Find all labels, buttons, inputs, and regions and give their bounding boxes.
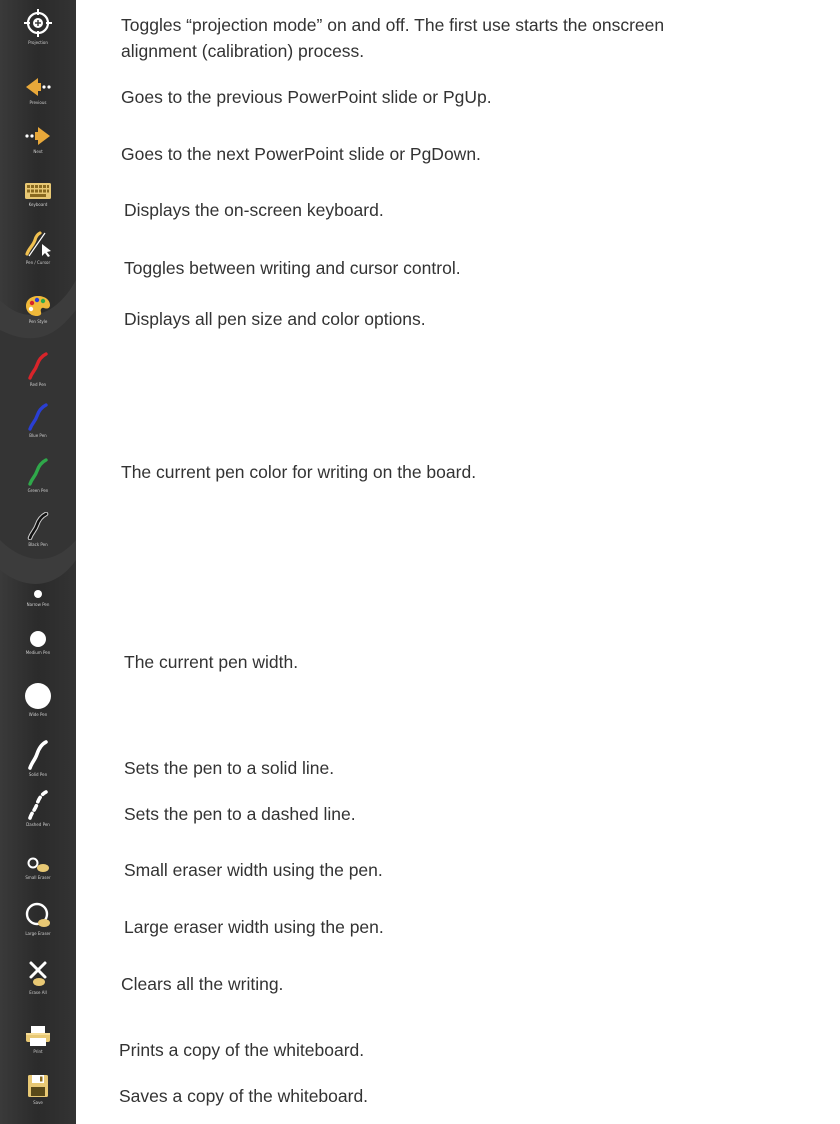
keyboard-icon [25,183,51,199]
pen-cursor-toggle-icon [25,231,51,257]
print-description: Prints a copy of the whiteboard. [119,1040,365,1060]
previous-label: Previous [29,100,47,105]
solid-description: Sets the pen to a solid line. [124,758,335,778]
projection-button[interactable]: Projection [0,8,76,45]
medium-width-icon [30,631,46,647]
blue-pen-button[interactable]: Blue Pen [0,403,76,438]
wide-pen-button[interactable]: Wide Pen [0,682,76,717]
red-pen-button[interactable]: Red Pen [0,352,76,387]
erase-all-icon [29,961,47,986]
whiteboard-toolbar: Projection Previous Next Keyboard Pen / … [0,0,76,1124]
wide-pen-label: Wide Pen [28,712,48,717]
save-label: Save [33,1100,43,1105]
narrow-pen-label: Narrow Pen [26,602,50,607]
keyboard-button[interactable]: Keyboard [0,182,76,207]
pen-cursor-description: Toggles between writing and cursor contr… [124,258,461,278]
black-pen-button[interactable]: Black Pen [0,512,76,547]
blue-pen-label: Blue Pen [29,433,47,438]
large-eraser-label: Large Eraser [25,931,51,936]
red-pen-icon [28,352,48,380]
red-pen-label: Red Pen [29,382,47,387]
medium-pen-button[interactable]: Medium Pen [0,630,76,655]
small-eraser-description: Small eraser width using the pen. [124,860,383,880]
narrow-pen-button[interactable]: Narrow Pen [0,588,76,607]
small-eraser-button[interactable]: Small Eraser [0,857,76,880]
projection-crosshair-icon [24,9,52,37]
solid-pen-button[interactable]: Solid Pen [0,740,76,777]
save-description: Saves a copy of the whiteboard. [119,1086,369,1106]
green-pen-label: Green Pen [27,488,49,493]
keyboard-description: Displays the on-screen keyboard. [124,200,384,220]
green-pen-icon [28,458,48,486]
blue-pen-icon [28,403,48,431]
pen-width-description: The current pen width. [124,652,299,672]
small-eraser-label: Small Eraser [25,875,51,880]
next-arrow-icon [25,127,50,145]
pen-cursor-toggle-button[interactable]: Pen / Cursor [0,230,76,265]
pen-cursor-label: Pen / Cursor [25,260,51,265]
large-eraser-icon [25,902,50,927]
black-pen-label: Black Pen [28,542,48,547]
projection-label: Projection [28,40,48,45]
next-button[interactable]: Next [0,125,76,154]
small-eraser-icon [27,857,49,872]
save-disk-icon [28,1075,48,1097]
projection-description-line2: alignment (calibration) process. [121,41,365,61]
solid-pen-label: Solid Pen [28,772,48,777]
projection-description: Toggles “projection mode” on and off. Th… [121,15,665,35]
palette-icon [26,296,50,316]
medium-pen-label: Medium Pen [25,650,51,655]
dashed-pen-label: Dashed Pen [26,822,50,827]
dashed-line-icon [28,790,48,820]
erase-all-description: Clears all the writing. [121,974,284,994]
green-pen-button[interactable]: Green Pen [0,458,76,493]
large-eraser-description: Large eraser width using the pen. [124,917,384,937]
dashed-description: Sets the pen to a dashed line. [124,804,356,824]
black-pen-icon [27,512,49,540]
print-label: Print [33,1049,43,1054]
large-eraser-button[interactable]: Large Eraser [0,901,76,936]
wide-width-icon [25,683,51,709]
previous-description: Goes to the previous PowerPoint slide or… [121,87,492,107]
keyboard-label: Keyboard [28,202,48,207]
erase-all-button[interactable]: Erase All [0,960,76,995]
erase-all-label: Erase All [29,990,47,995]
toolbar-background [0,0,76,1124]
pen-style-description: Displays all pen size and color options. [124,309,426,329]
save-button[interactable]: Save [0,1074,76,1105]
narrow-width-icon [34,590,42,598]
printer-icon [26,1026,50,1046]
next-label: Next [33,149,43,154]
dashed-pen-button[interactable]: Dashed Pen [0,790,76,827]
pen-style-button[interactable]: Pen Style [0,295,76,324]
next-description: Goes to the next PowerPoint slide or PgD… [121,144,481,164]
pen-style-label: Pen Style [28,319,48,324]
previous-arrow-icon [26,78,51,96]
solid-line-icon [28,740,48,770]
print-button[interactable]: Print [0,1025,76,1054]
previous-button[interactable]: Previous [0,76,76,105]
pen-color-description: The current pen color for writing on the… [121,462,477,482]
